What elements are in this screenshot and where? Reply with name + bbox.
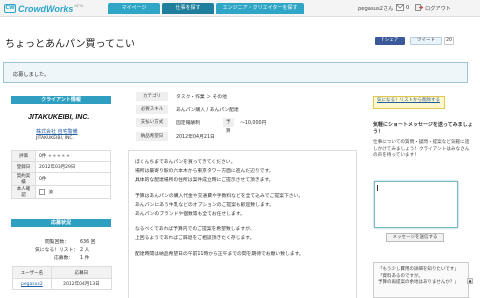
- rating-value: 0件 ★★★★★: [35, 150, 111, 162]
- description-line: 場所は最寄り駅の六本木から東京タワー方面に進んだ辺りです。: [135, 169, 274, 175]
- user-name[interactable]: pegasus2さん: [358, 5, 393, 12]
- rating-label: 評価: [11, 150, 36, 162]
- tab-find-creators[interactable]: エンジニア・クリエイターを探す: [216, 3, 304, 14]
- scroll-up-arrow-icon[interactable]: ▲: [467, 278, 473, 284]
- page-title: ちょっとあんパン買ってこい: [5, 39, 135, 50]
- table-row: 本人確認 済: [11, 185, 111, 199]
- logout-link[interactable]: ログアウト: [425, 5, 451, 12]
- applicants-heading: 応募状況: [11, 219, 111, 227]
- client-logo: JITAKUKEIBI, INC.: [28, 114, 90, 121]
- notice-text: 応募しました。: [13, 72, 50, 78]
- logo-mark: CW: [4, 4, 16, 13]
- description-line: あんパンのブランドや個数等も全てお任せします。: [135, 212, 245, 218]
- col-date: 応募日: [50, 266, 113, 279]
- skills-value: あんパン購入 / あんパン配達: [176, 108, 239, 113]
- budget-value: 〜10,000円: [240, 121, 267, 126]
- tab-find-jobs[interactable]: 仕事を探す: [162, 3, 214, 14]
- description-line: 上回るようであればご辞退をご相談頂きたく存じます。: [135, 236, 255, 242]
- viewed-count: 636 回: [80, 240, 96, 245]
- table-header-row: ユーザー名 応募日: [12, 266, 113, 279]
- logo-beta: BETA: [74, 4, 84, 8]
- sample-line: 予算の再提案の余地はありませんか？」: [378, 280, 459, 285]
- logo-text: CrowdWorks: [18, 3, 74, 14]
- deadline-label: 納品希望日: [136, 132, 168, 141]
- registered-value: 2012年03月29日: [35, 161, 111, 173]
- send-message-button[interactable]: メッセージを送信する: [386, 233, 444, 242]
- description-line: あんパンにあう牛乳などのオプションのご提案も歓迎致します。: [135, 202, 274, 208]
- message-description: 仕事についての質問・疑問・提案など気軽に話しかけてみましょう！クライアントはみな…: [373, 140, 470, 158]
- message-title: 気軽にショートメッセージを送ってみましょう！: [373, 122, 473, 135]
- sample-messages: 「もう少し費用の詳細を知りたいです」 「資料あるのですが。 予算の再提案の余地は…: [373, 262, 469, 298]
- table-row: pegasus2 2012年04月13日: [12, 278, 113, 290]
- contracts-label: 契約実績: [11, 172, 36, 186]
- payment-type: 固定報酬制: [176, 121, 200, 126]
- table-row: 契約実績 0件: [11, 172, 111, 186]
- tweet-count: 20: [444, 37, 454, 45]
- category-label: カテゴリ: [136, 92, 168, 101]
- message-input[interactable]: [374, 181, 458, 228]
- client-name-en: JITAKUKEIBI, INC.: [36, 136, 74, 141]
- description-line: なるべくであれば予算内でのご提案を希望致しますが、: [135, 227, 255, 233]
- col-username: ユーザー名: [12, 266, 52, 279]
- success-notice: 応募しました。: [3, 62, 468, 83]
- budget-label: 予算: [223, 118, 234, 134]
- facebook-share-button[interactable]: f シェア: [375, 37, 405, 45]
- applicant-user-cell: pegasus2: [12, 278, 52, 290]
- payment-label: 支払い方式: [136, 118, 168, 127]
- watch-label: 気になる！リスト：: [35, 248, 79, 253]
- registered-label: 登録日: [11, 161, 36, 173]
- client-info-heading: クライアント情報: [11, 96, 111, 104]
- mail-icon[interactable]: [396, 4, 404, 11]
- verified-text: 済: [48, 190, 53, 196]
- rating-stars: ★★★★★: [47, 154, 71, 159]
- job-description: ぼくんちまであんパンを買ってきてください。 場所は最寄り駅の六本木から東京タワー…: [128, 150, 357, 298]
- description-line: 具体的な配達場所の住所は案件成立時にご提示させて頂きます。: [135, 178, 274, 184]
- inbox-count[interactable]: 0: [406, 5, 409, 11]
- watch-count: 2 人: [80, 248, 90, 253]
- client-name-link[interactable]: 株式会社 自宅警備: [36, 128, 78, 135]
- description-line: 予算はあんパンの購入代金や交通費や手数料などを全て込みでご提案下さい。: [135, 193, 304, 199]
- description-line: 配達時間は納品希望日の午前11時から正午までの間を期待でお願い致します。: [135, 251, 304, 257]
- verified-icon: [39, 188, 45, 195]
- table-row: 評価 0件 ★★★★★: [11, 150, 111, 162]
- category-value[interactable]: タスク・作業 ＞ その他: [176, 93, 227, 100]
- text-cursor: [377, 185, 378, 191]
- description-line: ぼくんちまであんパンを買ってきてください。: [135, 160, 236, 165]
- table-row: 登録日 2012年03月29日: [11, 161, 111, 173]
- tab-mypage[interactable]: マイページ: [108, 3, 160, 14]
- apps-label: 応募数：: [54, 256, 74, 261]
- applicant-user-link[interactable]: pegasus2: [21, 282, 43, 287]
- logo[interactable]: CW CrowdWorks BETA: [4, 3, 83, 14]
- skills-label: 必要スキル: [136, 105, 168, 114]
- deadline-value: 2012年04月21日: [176, 135, 215, 140]
- tweet-button[interactable]: ツイート: [410, 37, 442, 45]
- sample-line: 「もう少し費用の詳細を知りたいです」: [378, 267, 459, 272]
- contracts-value: 0件: [35, 172, 111, 186]
- apps-count: 1 件: [80, 256, 90, 261]
- applicants-table: ユーザー名 応募日 pegasus2 2012年04月13日: [12, 266, 113, 290]
- client-table: 評価 0件 ★★★★★ 登録日 2012年03月29日 契約実績 0件 本人確認…: [11, 150, 111, 199]
- rating-count: 0件: [39, 154, 47, 159]
- applicant-date: 2012年04月13日: [50, 278, 113, 290]
- logout-icon[interactable]: [415, 4, 424, 11]
- remove-from-watchlist-button[interactable]: 気になる！リストから削除する: [373, 96, 445, 109]
- viewed-label: 閲覧回数：: [45, 240, 69, 245]
- verified-label: 本人確認: [11, 185, 36, 199]
- verified-value: 済: [35, 185, 111, 199]
- top-bar: CW CrowdWorks BETA マイページ 仕事を探す エンジニア・クリエ…: [0, 0, 480, 17]
